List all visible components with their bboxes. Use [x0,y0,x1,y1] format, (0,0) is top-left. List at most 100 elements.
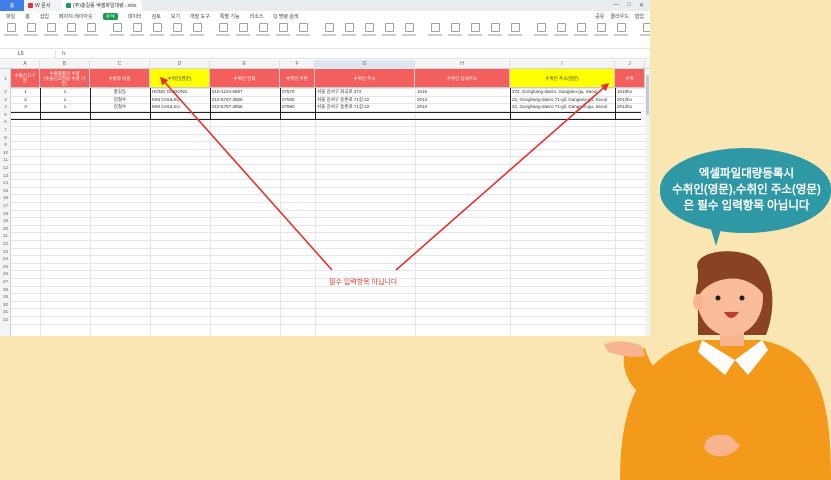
row-header[interactable]: 32 [0,316,11,324]
ribbon-button-icon[interactable] [640,23,650,36]
header-cell[interactable]: 수취인 주소(영문) [510,69,615,88]
table-cell[interactable]: 07590 [280,96,315,104]
ribbon-button-icon[interactable] [64,23,78,36]
table-cell[interactable]: 서울 강서구 등촌로 71길 22 [315,103,415,111]
table-cell[interactable]: HONG GILDONG [150,88,210,96]
row-header[interactable]: 16 [0,194,11,202]
table-cell[interactable]: 3 [11,103,40,111]
header-cell[interactable]: 수취인 상세주소 [415,69,510,88]
row-header[interactable]: 24 [0,255,11,263]
row-header[interactable]: 12 [0,164,11,172]
table-cell[interactable]: 2013ho [615,103,645,111]
ribbon-button-icon[interactable] [236,23,250,36]
table-cell[interactable]: 22, Gonghang-daero 71-gil, Gangseo-gu, S… [510,96,615,104]
row-header[interactable]: 22 [0,240,11,248]
table-cell[interactable]: 홍길동 [90,88,150,96]
ribbon-button-icon[interactable] [150,23,164,36]
ribbon-button-icon[interactable] [216,23,230,36]
scrollbar-thumb[interactable] [646,75,649,115]
row-header[interactable]: 26 [0,270,11,278]
ribbon-button-icon[interactable] [534,23,548,36]
table-cell[interactable]: 김철수 [90,96,150,104]
ribbon-button-icon[interactable] [574,23,588,36]
table-cell[interactable]: 010-1234-5687 [210,88,280,96]
row-header[interactable]: 19 [0,217,11,225]
row-header[interactable]: 18 [0,210,11,218]
row-header[interactable]: 6 [0,118,11,126]
doc-tab[interactable]: W 문서 [24,0,62,11]
ribbon-button-icon[interactable] [428,23,442,36]
name-box[interactable]: L5 [0,49,56,58]
menu-item[interactable]: 데이터 [128,13,142,20]
row-header[interactable]: 25 [0,263,11,271]
column-header[interactable]: D [150,60,210,69]
menubar-right-item[interactable]: 공유 [595,13,604,20]
row-header[interactable]: 30 [0,301,11,309]
ribbon-button-icon[interactable] [448,23,462,36]
ribbon-button-icon[interactable] [362,23,376,36]
row-header[interactable]: 5 [0,111,11,119]
table-cell[interactable]: 07590 [280,103,315,111]
table-cell[interactable]: 2 [11,96,40,104]
row-header[interactable]: 11 [0,156,11,164]
ribbon-button-icon[interactable] [4,23,18,36]
table-cell[interactable]: 1 [40,88,90,96]
column-header[interactable]: C [90,60,150,69]
row-header[interactable]: 7 [0,126,11,134]
ribbon-button-icon[interactable] [554,23,568,36]
table-cell[interactable]: 1 [40,103,90,111]
row-header[interactable]: 1 [0,69,11,88]
menubar-right-item[interactable]: 협업 [635,13,644,20]
table-cell[interactable]: 1 [11,88,40,96]
ribbon-button-icon[interactable] [24,23,38,36]
column-header[interactable]: I [510,60,615,69]
row-header[interactable]: 31 [0,308,11,316]
row-header[interactable]: 9 [0,141,11,149]
ribbon-button-icon[interactable] [508,23,522,36]
menu-item[interactable]: 수식 [102,12,118,20]
ribbon-button-icon[interactable] [110,23,124,36]
header-cell[interactable]: 수취 [615,69,645,88]
ribbon-button-icon[interactable] [488,23,502,36]
table-cell[interactable]: KIM CHULSU [150,96,210,104]
menu-item[interactable]: 파일 [6,13,15,20]
ribbon-button-icon[interactable] [170,23,184,36]
column-header[interactable]: J [615,60,645,69]
table-cell[interactable]: 2013 [415,103,510,111]
header-cell[interactable]: 수출신고구분 [11,69,40,88]
table-cell[interactable]: 22, Gonghang-daero 71-gil, Gangseo-gu, S… [510,103,615,111]
menu-item[interactable]: 검토 [152,13,161,20]
row-header[interactable]: 13 [0,172,11,180]
row-header[interactable]: 27 [0,278,11,286]
ribbon-button-icon[interactable] [614,23,628,36]
table-cell[interactable]: 1019 [415,88,510,96]
menubar-right-item[interactable]: 클라우드 [610,13,628,20]
ribbon-button-icon[interactable] [44,23,58,36]
row-header[interactable]: 2 [0,88,11,96]
menu-item[interactable]: 홈 [25,13,30,20]
table-cell[interactable]: 서울 강서구 등촌로 71길 22 [315,96,415,104]
ribbon-button-icon[interactable] [468,23,482,36]
column-header[interactable]: B [40,60,90,69]
row-header[interactable]: 4 [0,103,11,111]
ribbon-button-icon[interactable] [342,23,356,36]
table-cell[interactable]: 2013ho [615,96,645,104]
row-header[interactable]: 23 [0,248,11,256]
ribbon-button-icon[interactable] [402,23,416,36]
menu-item[interactable]: 개발 도구 [190,13,210,20]
ribbon-button-icon[interactable] [84,23,98,36]
maximize-button[interactable]: □ [627,2,631,9]
table-cell[interactable]: 07570 [280,88,315,96]
table-cell[interactable]: 010-5787-3956 [210,96,280,104]
fx-icon[interactable]: fx [56,51,72,57]
ribbon-button-icon[interactable] [190,23,204,36]
ribbon-button-icon[interactable] [322,23,336,36]
header-cell[interactable]: 수취인(영문) [150,69,210,88]
column-header[interactable]: G [315,60,415,69]
menu-item[interactable]: 삽입 [40,13,49,20]
ribbon-button-icon[interactable] [382,23,396,36]
table-cell[interactable]: 1019ho [615,88,645,96]
menu-item[interactable]: 리소스 [250,13,264,20]
close-button[interactable]: ✕ [639,2,644,9]
active-file-tab[interactable]: (주)홍길동 엑셀파일대량...xlsx [62,0,142,11]
